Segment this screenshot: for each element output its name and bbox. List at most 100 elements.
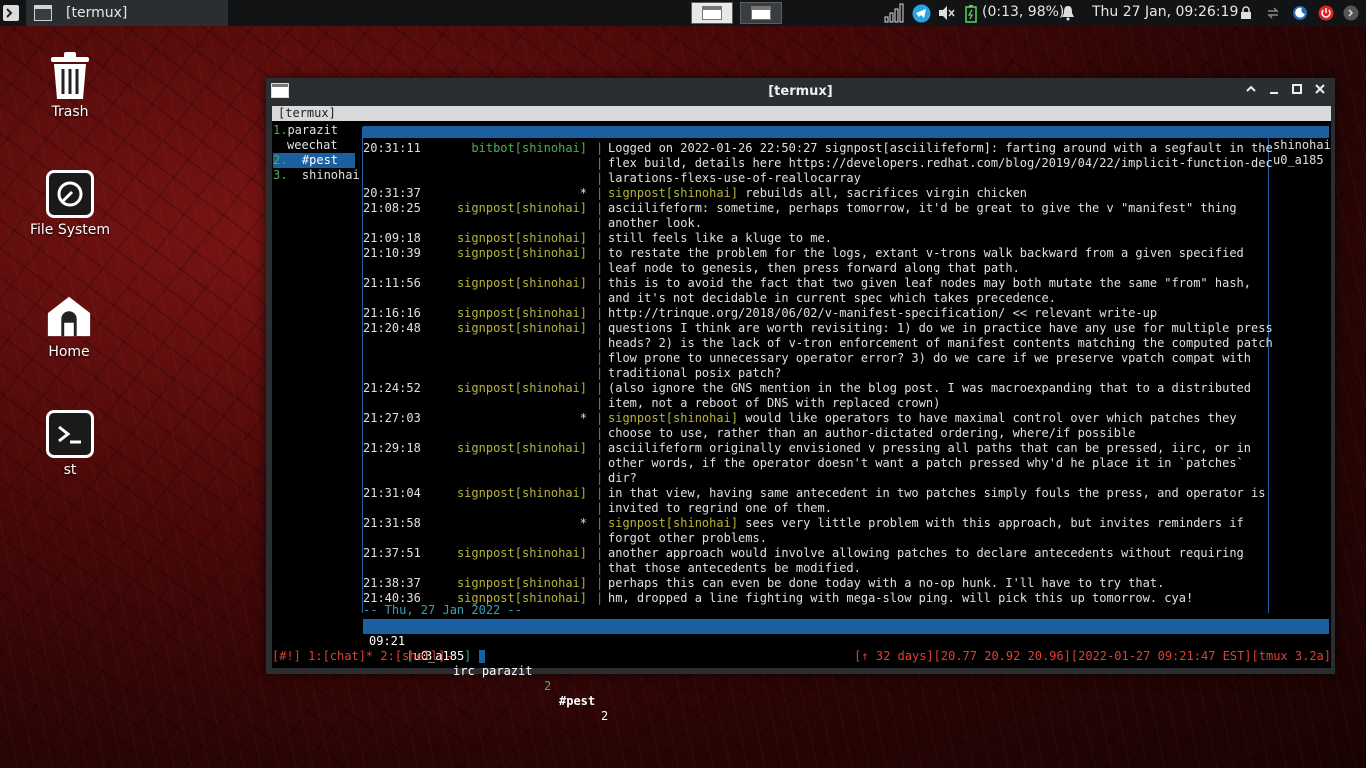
prefix-separator: | [596, 531, 604, 545]
prefix-separator: | [596, 426, 604, 440]
buffer-name: weechat [287, 138, 338, 152]
volume-muted-icon[interactable] [938, 5, 956, 21]
message-text: other words, if the operator doesn't wan… [608, 456, 1244, 470]
prefix-separator: | [596, 201, 604, 215]
message-nick[interactable]: signpost[shinohai] [363, 231, 587, 246]
message-nick[interactable]: signpost[shinohai] [363, 201, 587, 216]
hard-drive-icon [46, 170, 94, 218]
logout-icon[interactable] [1343, 5, 1359, 21]
notifications-bell-icon[interactable] [1061, 5, 1075, 21]
prefix-separator: | [596, 486, 604, 500]
input-bar[interactable]: [u0_a185] [363, 634, 486, 663]
message-text: heads? 2) is the lack of v-tron enforcem… [608, 336, 1273, 350]
message-text: perhaps this can even be done today with… [608, 576, 1165, 590]
message-text: item, not a reboot of DNS with replaced … [608, 396, 941, 410]
clock[interactable]: Thu 27 Jan, 09:26:19 [1092, 4, 1238, 20]
window-preview-icon [702, 6, 722, 20]
close-button[interactable] [1311, 82, 1329, 100]
window-titlebar[interactable]: [termux] [266, 78, 1335, 105]
message-nick[interactable]: bitbot[shinohai] [363, 141, 587, 156]
terminal-tab[interactable]: [termux] [272, 106, 1331, 121]
buffer-name: #pest [301, 153, 339, 167]
trash-icon [46, 50, 94, 102]
desktop-icon-label: File System [29, 222, 111, 238]
action-nick: signpost[shinohai] [608, 186, 739, 200]
prefix-separator: | [596, 441, 604, 455]
workspace-1[interactable] [691, 2, 733, 24]
suspend-icon[interactable] [1292, 5, 1308, 21]
message-nick[interactable]: signpost[shinohai] [363, 246, 587, 261]
message-text: hm, dropped a line fighting with mega-sl… [608, 591, 1194, 605]
close-icon [1315, 84, 1325, 94]
message-nick[interactable]: * [363, 186, 587, 201]
desktop-icon-label: Trash [51, 104, 89, 120]
action-nick: signpost[shinohai] [608, 411, 739, 425]
terminal-content[interactable]: 1.parazit weechat 2. #pest 3. shinohai s… [272, 121, 1331, 723]
desktop-icon-file-system[interactable]: File System [20, 170, 120, 238]
desktop-icon-trash[interactable]: Trash [20, 50, 120, 120]
weechat-status-bar: 09:21 3 irc parazit 2 #pest 2 [363, 619, 1329, 723]
prefix-separator: | [596, 351, 604, 365]
prefix-separator: | [596, 411, 604, 425]
action-text: would like operators to have maximal con… [738, 411, 1237, 425]
telegram-icon[interactable] [912, 4, 931, 23]
message-text: invited to regrind one of them. [608, 501, 832, 515]
shade-button[interactable] [1242, 82, 1260, 100]
message-text: forgot other problems. [608, 531, 767, 545]
message-nick[interactable]: signpost[shinohai] [363, 276, 587, 291]
message-text: another look. [608, 216, 702, 230]
message-text: signpost[shinohai] sees very little prob… [608, 516, 1244, 531]
message-nick[interactable]: signpost[shinohai] [363, 306, 587, 321]
maximize-button[interactable] [1288, 82, 1306, 100]
buffer-item-active[interactable]: 2. #pest [273, 153, 355, 168]
terminal-window-icon [34, 5, 52, 21]
lock-screen-icon[interactable] [1240, 6, 1252, 20]
prefix-separator: | [596, 306, 604, 320]
message-nick[interactable]: signpost[shinohai] [363, 576, 587, 591]
switch-user-icon[interactable] [1266, 6, 1280, 20]
buffer-number: 3. [273, 168, 288, 182]
message-nick[interactable]: signpost[shinohai] [363, 321, 587, 336]
top-panel: [termux] (0:13, 98%) Thu 27 Jan, 09:26:1… [0, 0, 1366, 26]
message-nick[interactable]: signpost[shinohai] [363, 441, 587, 456]
buffer-item[interactable]: 1.parazit [273, 123, 363, 138]
status-server: irc parazit [453, 664, 533, 678]
power-icon[interactable] [1318, 5, 1334, 21]
taskbar-item-termux[interactable]: [termux] [26, 0, 228, 26]
maximize-icon [1292, 84, 1302, 94]
buffer-item[interactable]: 3. shinohai [273, 168, 363, 183]
nicklist-separator [1268, 127, 1269, 613]
prefix-separator: | [596, 186, 604, 200]
prefix-separator: | [596, 216, 604, 230]
message-nick[interactable]: signpost[shinohai] [363, 486, 587, 501]
message-nick[interactable]: signpost[shinohai] [363, 381, 587, 396]
message-text: dir? [608, 471, 637, 485]
message-nick[interactable]: signpost[shinohai] [363, 546, 587, 561]
app-menu-icon[interactable] [2, 4, 20, 22]
message-text: leaf node to genesis, then press forward… [608, 261, 1020, 275]
network-signal-icon[interactable] [884, 3, 906, 23]
desktop-icon-home[interactable]: Home [19, 290, 119, 360]
prefix-separator: | [596, 561, 604, 575]
battery-charging-icon[interactable] [964, 4, 978, 23]
message-text: http://trinque.org/2018/06/02/v-manifest… [608, 306, 1158, 320]
message-text: flex build, details here https://develop… [608, 156, 1273, 170]
message-nick[interactable]: * [363, 411, 587, 426]
desktop-icon-st[interactable]: st [20, 410, 120, 478]
prefix-separator: | [596, 471, 604, 485]
message-text: signpost[shinohai] rebuilds all, sacrifi… [608, 186, 1027, 201]
minimize-icon [1270, 92, 1278, 94]
prefix-separator: | [596, 336, 604, 350]
message-text: flow prone to unnecessary operator error… [608, 351, 1251, 365]
nick-item[interactable]: shinohai [1273, 138, 1331, 153]
message-nick[interactable]: * [363, 516, 587, 531]
minimize-button[interactable] [1265, 82, 1283, 100]
message-text: larations-flexs-use-of-reallocarray [608, 171, 861, 185]
terminal-icon [46, 410, 94, 458]
battery-status: (0:13, 98%) [982, 4, 1065, 20]
buffer-number: 2. [273, 153, 288, 167]
nick-item[interactable]: u0_a185 [1273, 153, 1324, 168]
message-text: (also ignore the GNS mention in the blog… [608, 381, 1251, 395]
workspace-2[interactable] [740, 2, 782, 24]
prefix-separator: | [596, 321, 604, 335]
